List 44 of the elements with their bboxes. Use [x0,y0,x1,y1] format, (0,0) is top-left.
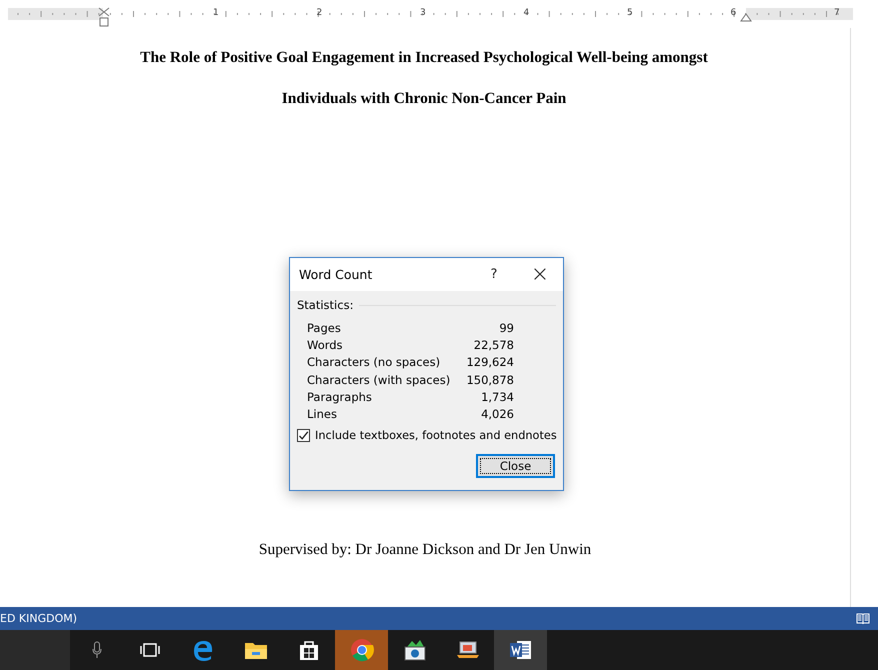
stat-value: 150,878 [466,372,514,389]
folder-icon [244,640,268,660]
taskbar-button[interactable] [494,630,547,670]
microphone-icon [92,641,102,659]
checkbox[interactable] [297,429,310,442]
printer-icon [402,639,426,661]
laptop-icon [454,640,480,660]
stat-value: 129,624 [466,354,514,372]
document-title: Individuals with Chronic Non-Cancer Pain [280,89,568,109]
stat-label: Words [307,337,343,354]
indent-marker-icon[interactable] [740,12,752,22]
browser-icon [350,638,374,662]
shopping-bag-icon [298,639,320,661]
ruler-number: 3 [420,7,426,19]
stat-value: 4,026 [481,406,514,423]
checkbox-label[interactable]: Include textboxes, footnotes and endnotes [315,429,557,442]
language-indicator[interactable]: ED KINGDOM) [0,612,78,625]
document-title: The Role of Positive Goal Engagement in Increased Psychological Well-being amongst [139,48,709,68]
stat-label: Pages [307,320,341,337]
indent-marker-icon[interactable] [98,7,110,27]
ruler-number: 1 [213,7,219,19]
ruler-number: 7 [834,7,840,19]
document-text: Supervised by: Dr Joanne Dickson and Dr Jen Unwin [258,540,592,560]
stat-label: Paragraphs [307,388,372,406]
stat-label: Characters (no spaces) [307,354,440,372]
close-button[interactable]: Close [476,454,555,478]
ruler-number: 5 [627,7,633,19]
stat-label: Characters (with spaces) [307,372,450,389]
search-field[interactable] [0,630,70,670]
help-button[interactable]: ? [471,258,517,291]
close-button[interactable]: × [517,258,563,291]
section-label: Statistics: [297,298,354,312]
document-app-icon [508,639,532,661]
ruler-number: 2 [316,7,322,19]
task-view-icon [138,642,160,658]
ruler-number: 6 [730,7,736,19]
stat-label: Lines [307,406,337,423]
dialog-title: Word Count [299,267,374,282]
ruler-number: 4 [524,7,530,19]
stat-value: 1,734 [481,388,514,406]
stat-value: 22,578 [474,337,514,354]
browser-icon [192,639,214,661]
book-icon[interactable] [856,612,870,624]
stat-value: 99 [499,320,514,337]
